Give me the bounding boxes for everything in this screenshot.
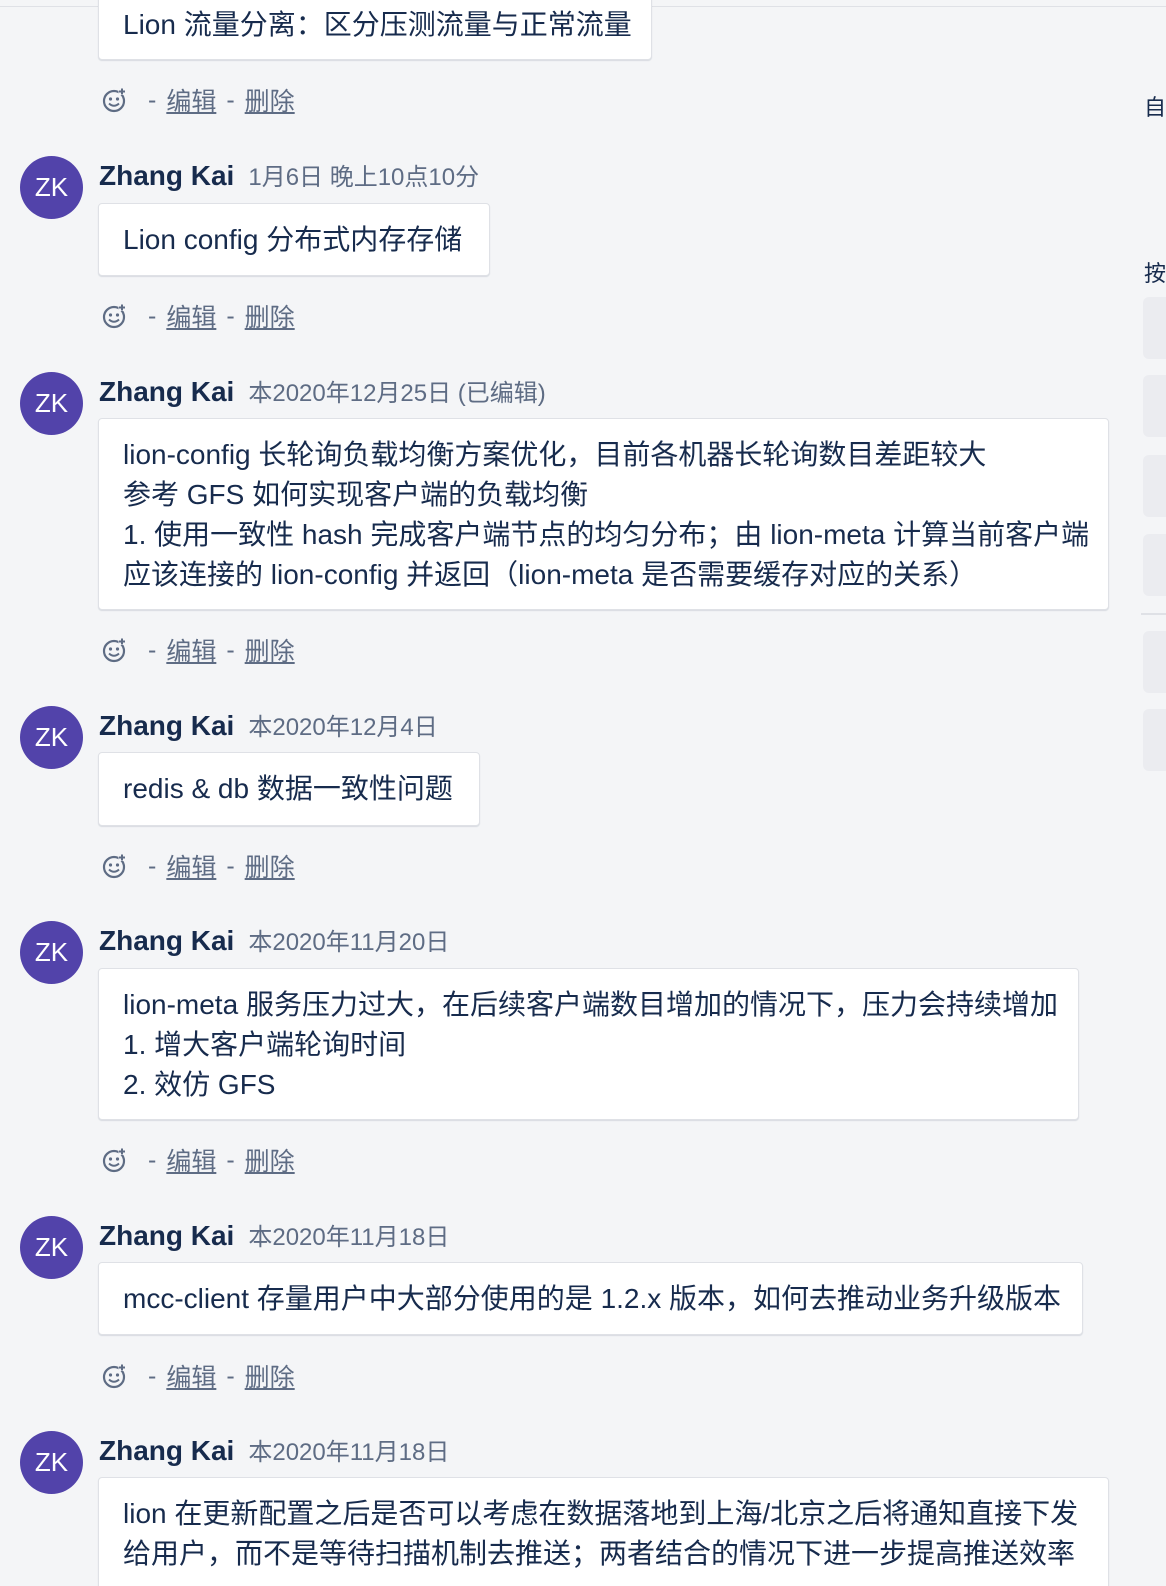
delete-link[interactable]: 删除 (245, 82, 295, 118)
add-reaction-icon[interactable] (102, 87, 128, 113)
delete-link[interactable]: 删除 (245, 1142, 295, 1178)
comment-body: lion-meta 服务压力过大，在后续客户端数目增加的情况下，压力会持续增加 … (98, 968, 1079, 1120)
comment-line: 应该连接的 lion-config 并返回（lion-meta 是否需要缓存对应… (123, 559, 978, 590)
add-reaction-icon[interactable] (102, 303, 128, 329)
avatar[interactable]: ZK (20, 372, 83, 435)
action-separator: - (226, 1145, 235, 1174)
comment-line: lion-meta 服务压力过大，在后续客户端数目增加的情况下，压力会持续增加 (123, 989, 1058, 1020)
avatar[interactable]: ZK (20, 1216, 83, 1279)
sidebar-label: 按 (1144, 261, 1166, 286)
author-name[interactable]: Zhang Kai (99, 925, 234, 956)
comment-timestamp[interactable]: 本2020年12月4日 (248, 714, 437, 741)
action-separator: - (226, 301, 235, 330)
add-reaction-icon[interactable] (102, 637, 128, 663)
author-name[interactable]: Zhang Kai (99, 376, 234, 407)
comment-actions: - 编辑 - 删除 (102, 1142, 295, 1178)
comment-actions: - 编辑 - 删除 (102, 632, 295, 668)
action-separator: - (226, 85, 235, 114)
sidebar-label: 自 (1144, 95, 1166, 120)
sidebar-field[interactable] (1143, 709, 1166, 771)
action-separator: - (148, 1145, 157, 1174)
sidebar-field[interactable] (1143, 534, 1166, 596)
edit-link[interactable]: 编辑 (166, 82, 216, 118)
comment-actions: - 编辑 - 删除 (102, 298, 295, 334)
author-name[interactable]: Zhang Kai (99, 710, 234, 741)
edit-link[interactable]: 编辑 (166, 1358, 216, 1394)
author-name[interactable]: Zhang Kai (99, 1220, 234, 1251)
add-reaction-icon[interactable] (102, 853, 128, 879)
author-name[interactable]: Zhang Kai (99, 1435, 234, 1466)
sidebar-field[interactable] (1143, 297, 1166, 359)
delete-link[interactable]: 删除 (245, 848, 295, 884)
comment-timestamp[interactable]: 本2020年11月18日 (248, 1439, 449, 1466)
comment-actions: - 编辑 - 删除 (102, 82, 295, 118)
comment-line: 1. 使用一致性 hash 完成客户端节点的均匀分布；由 lion-meta 计… (123, 519, 1090, 550)
action-separator: - (148, 635, 157, 664)
sidebar-field[interactable] (1143, 375, 1166, 437)
comment-line: 给用户，而不是等待扫描机制去推送；两者结合的情况下进一步提高推送效率 (123, 1538, 1076, 1569)
comment-header: Zhang Kai 本2020年11月18日 (99, 1432, 449, 1472)
delete-link[interactable]: 删除 (245, 1358, 295, 1394)
comment-timestamp[interactable]: 本2020年11月20日 (248, 929, 449, 956)
comment-body: Lion 流量分离：区分压测流量与正常流量 (98, 0, 652, 60)
comment-body: lion-config 长轮询负载均衡方案优化，目前各机器长轮询数目差距较大 参… (98, 418, 1109, 610)
action-separator: - (148, 301, 157, 330)
avatar[interactable]: ZK (20, 156, 83, 219)
comment-body: Lion config 分布式内存存储 (98, 203, 490, 276)
sidebar-field[interactable] (1143, 455, 1166, 517)
action-separator: - (226, 635, 235, 664)
comment-header: Zhang Kai 本2020年11月20日 (99, 922, 449, 962)
action-separator: - (226, 1361, 235, 1390)
comment-line: 参考 GFS 如何实现客户端的负载均衡 (123, 479, 589, 510)
comment-line: 1. 增大客户端轮询时间 (123, 1029, 407, 1060)
edit-link[interactable]: 编辑 (166, 298, 216, 334)
comment-header: Zhang Kai 本2020年12月4日 (99, 707, 438, 747)
avatar[interactable]: ZK (20, 1431, 83, 1494)
comment-timestamp[interactable]: 本2020年12月25日 (已编辑) (248, 380, 545, 407)
delete-link[interactable]: 删除 (245, 632, 295, 668)
add-reaction-icon[interactable] (102, 1147, 128, 1173)
comment-line: 2. 效仿 GFS (123, 1069, 276, 1100)
comment-body: mcc-client 存量用户中大部分使用的是 1.2.x 版本，如何去推动业务… (98, 1262, 1083, 1335)
sidebar-divider (1141, 613, 1166, 615)
comment-line: redis & db 数据一致性问题 (123, 773, 453, 804)
comment-timestamp[interactable]: 1月6日 晚上10点10分 (248, 164, 479, 191)
comment-body: redis & db 数据一致性问题 (98, 752, 480, 826)
action-separator: - (226, 851, 235, 880)
comment-header: Zhang Kai 本2020年12月25日 (已编辑) (99, 373, 546, 413)
edit-link[interactable]: 编辑 (166, 1142, 216, 1178)
comment-line: Lion 流量分离：区分压测流量与正常流量 (123, 9, 632, 40)
comment-header: Zhang Kai 本2020年11月18日 (99, 1217, 449, 1257)
action-separator: - (148, 1361, 157, 1390)
action-separator: - (148, 85, 157, 114)
comment-line: mcc-client 存量用户中大部分使用的是 1.2.x 版本，如何去推动业务… (123, 1283, 1062, 1314)
author-name[interactable]: Zhang Kai (99, 160, 234, 191)
edit-link[interactable]: 编辑 (166, 632, 216, 668)
sidebar-field[interactable] (1143, 631, 1166, 693)
action-separator: - (148, 851, 157, 880)
comment-line: Lion config 分布式内存存储 (123, 224, 463, 255)
avatar[interactable]: ZK (20, 706, 83, 769)
avatar[interactable]: ZK (20, 921, 83, 984)
comment-actions: - 编辑 - 删除 (102, 848, 295, 884)
edit-link[interactable]: 编辑 (166, 848, 216, 884)
comment-body: lion 在更新配置之后是否可以考虑在数据落地到上海/北京之后将通知直接下发 给… (98, 1477, 1109, 1586)
add-reaction-icon[interactable] (102, 1363, 128, 1389)
comment-header: Zhang Kai 1月6日 晚上10点10分 (99, 157, 479, 197)
comment-line: lion 在更新配置之后是否可以考虑在数据落地到上海/北京之后将通知直接下发 (123, 1498, 1079, 1529)
comment-actions: - 编辑 - 删除 (102, 1358, 295, 1394)
delete-link[interactable]: 删除 (245, 298, 295, 334)
comment-timestamp[interactable]: 本2020年11月18日 (248, 1224, 449, 1251)
comment-line: lion-config 长轮询负载均衡方案优化，目前各机器长轮询数目差距较大 (123, 439, 987, 470)
